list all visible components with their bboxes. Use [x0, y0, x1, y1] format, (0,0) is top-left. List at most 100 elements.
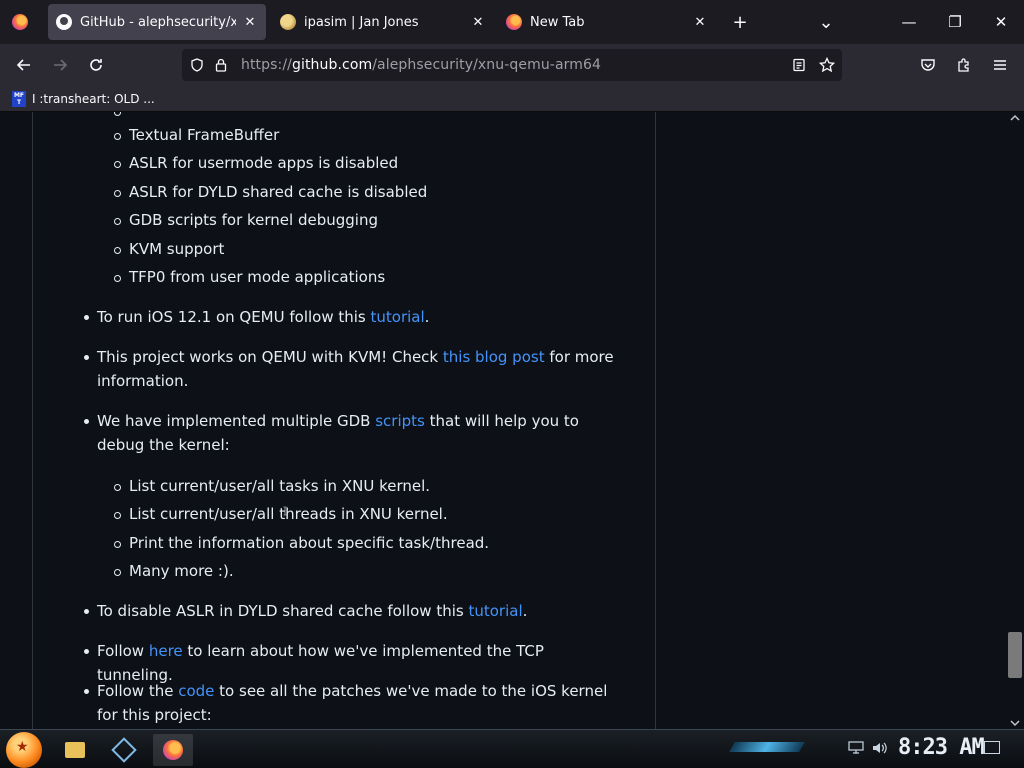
new-tab-button[interactable]: + — [726, 8, 754, 36]
scroll-up-icon[interactable] — [1010, 114, 1020, 122]
tab-title: GitHub - alephsecurity/xnu-qemu-arm64 — [80, 14, 236, 30]
scrollbar-thumb[interactable] — [1008, 632, 1022, 678]
list-item-text: To run iOS 12.1 on QEMU follow this — [97, 308, 371, 326]
list-item-text: Follow — [97, 642, 149, 660]
list-item-text: GDB scripts for kernel debugging — [129, 211, 378, 229]
tab-title: ipasim | Jan Jones — [304, 14, 419, 30]
url-path: /alephsecurity/xnu-qemu-arm64 — [372, 57, 601, 73]
list-item: To run iOS 12.1 on QEMU follow this tuto… — [84, 305, 622, 329]
url-text[interactable]: https://github.com/alephsecurity/xnu-qem… — [241, 57, 601, 73]
github-icon — [56, 14, 72, 30]
bookmark-item[interactable]: MF T I :transheart: OLD ... — [12, 90, 155, 107]
taskbar-clock[interactable]: 8:23 AM — [898, 735, 985, 760]
bookmark-label: I :transheart: OLD ... — [32, 91, 155, 106]
user-avatar-icon — [280, 14, 296, 30]
puzzle-piece-icon — [958, 58, 969, 72]
file-explorer-icon — [65, 742, 85, 758]
aslr-tutorial-link[interactable]: tutorial — [468, 602, 522, 620]
list-item-text: Follow the — [97, 682, 179, 700]
tab-close-icon[interactable]: ✕ — [470, 15, 486, 30]
window-close-button[interactable]: ✕ — [978, 0, 1024, 44]
extensions-button[interactable] — [949, 50, 979, 80]
scroll-down-icon[interactable] — [1010, 719, 1020, 727]
here-link[interactable]: here — [149, 642, 183, 660]
list-item-text: ASLR for DYLD shared cache is disabled — [129, 183, 428, 201]
restore-button[interactable]: ❐ — [932, 0, 978, 44]
reader-view-icon[interactable] — [787, 53, 811, 77]
tab-close-icon[interactable]: ✕ — [242, 15, 258, 30]
list-item: Textual FrameBuffer — [113, 126, 280, 144]
tab-close-icon[interactable]: ✕ — [692, 15, 708, 30]
url-prefix: https:// — [241, 57, 292, 73]
list-item: Follow the code to see all the patches w… — [84, 679, 622, 727]
url-bar[interactable]: https://github.com/alephsecurity/xnu-qem… — [182, 49, 842, 81]
list-item: ASLR for DYLD shared cache is disabled — [113, 183, 428, 201]
bookmark-star-icon[interactable] — [815, 53, 839, 77]
list-item-text: . — [522, 602, 528, 620]
tab-new-tab[interactable]: New Tab ✕ — [498, 4, 716, 40]
firefox-icon — [12, 14, 28, 30]
list-item-text: . — [424, 308, 430, 326]
firefox-icon — [506, 14, 522, 30]
bookmarks-toolbar: MF T I :transheart: OLD ... — [0, 86, 1024, 112]
minimize-button[interactable]: — — [886, 0, 932, 44]
list-item-text: Many more :). — [129, 562, 234, 580]
tab-github[interactable]: GitHub - alephsecurity/xnu-qemu-arm64 ✕ — [48, 4, 266, 40]
taskbar-network-app[interactable] — [104, 734, 144, 766]
app-menu-button[interactable] — [985, 50, 1015, 80]
readme-border — [32, 112, 33, 729]
network-app-icon — [111, 737, 137, 763]
taskbar-firefox[interactable] — [153, 734, 193, 766]
volume-icon[interactable] — [872, 741, 888, 755]
pocket-icon — [921, 59, 935, 71]
page-scrollbar[interactable] — [1006, 112, 1024, 729]
tab-strip: GitHub - alephsecurity/xnu-qemu-arm64 ✕ … — [0, 0, 1024, 44]
taskbar-file-explorer[interactable] — [55, 734, 95, 766]
navigation-toolbar: https://github.com/alephsecurity/xnu-qem… — [0, 44, 1024, 86]
url-host: github.com — [291, 57, 373, 73]
tab-title: New Tab — [530, 14, 585, 30]
list-item-text: ASLR for usermode apps is disabled — [129, 154, 399, 172]
reload-icon — [90, 59, 102, 71]
list-item: We have implemented multiple GDB scripts… — [84, 409, 622, 457]
lock-icon[interactable] — [209, 53, 233, 77]
pocket-button[interactable] — [913, 50, 943, 80]
list-item-text: Textual FrameBuffer — [129, 126, 280, 144]
start-button[interactable] — [6, 732, 42, 768]
list-item-text: To disable ASLR in DYLD shared cache fol… — [97, 602, 469, 620]
list-item-text: TFP0 from user mode applications — [129, 268, 386, 286]
tutorial-link[interactable]: tutorial — [371, 308, 425, 326]
back-button[interactable] — [9, 50, 39, 80]
forward-button[interactable] — [45, 50, 75, 80]
code-link[interactable]: code — [178, 682, 214, 700]
list-item: Many more :). — [114, 562, 234, 580]
page-content: Textual FrameBuffer ASLR for usermode ap… — [0, 112, 1024, 729]
list-item: List current/user/all threads in XNU ker… — [114, 505, 448, 523]
scripts-link[interactable]: scripts — [375, 412, 425, 430]
list-item-text: KVM support — [129, 240, 225, 258]
list-item: This project works on QEMU with KVM! Che… — [84, 345, 622, 393]
list-all-tabs-button[interactable]: ⌄ — [812, 8, 840, 36]
sidebar-divider — [655, 112, 656, 729]
tab-ipasim[interactable]: ipasim | Jan Jones ✕ — [272, 4, 494, 40]
blog-post-link[interactable]: this blog post — [443, 348, 545, 366]
list-item: To disable ASLR in DYLD shared cache fol… — [84, 599, 622, 623]
action-center-icon[interactable] — [984, 741, 1000, 754]
reload-button[interactable] — [81, 50, 111, 80]
tracking-protection-shield-icon[interactable] — [185, 53, 209, 77]
hamburger-menu-icon — [994, 60, 1006, 70]
network-tray-icon[interactable] — [848, 741, 864, 755]
list-item: KVM support — [113, 240, 225, 258]
list-item-text: Print the information about specific tas… — [129, 534, 490, 552]
firefox-icon — [163, 740, 183, 760]
list-item-text: List current/user/all threads in XNU ker… — [129, 505, 448, 523]
list-item-text: List current/user/all tasks in XNU kerne… — [129, 477, 431, 495]
list-item: Print the information about specific tas… — [113, 534, 490, 552]
list-item: ASLR for usermode apps is disabled — [113, 154, 399, 172]
bookmark-favicon-icon: MF T — [12, 90, 26, 107]
arrow-right-icon — [54, 59, 68, 71]
list-item-text: We have implemented multiple GDB — [97, 412, 376, 430]
firefox-view-button[interactable] — [0, 0, 40, 44]
list-item-text: This project works on QEMU with KVM! Che… — [97, 348, 443, 366]
text-cursor-icon — [283, 506, 287, 516]
